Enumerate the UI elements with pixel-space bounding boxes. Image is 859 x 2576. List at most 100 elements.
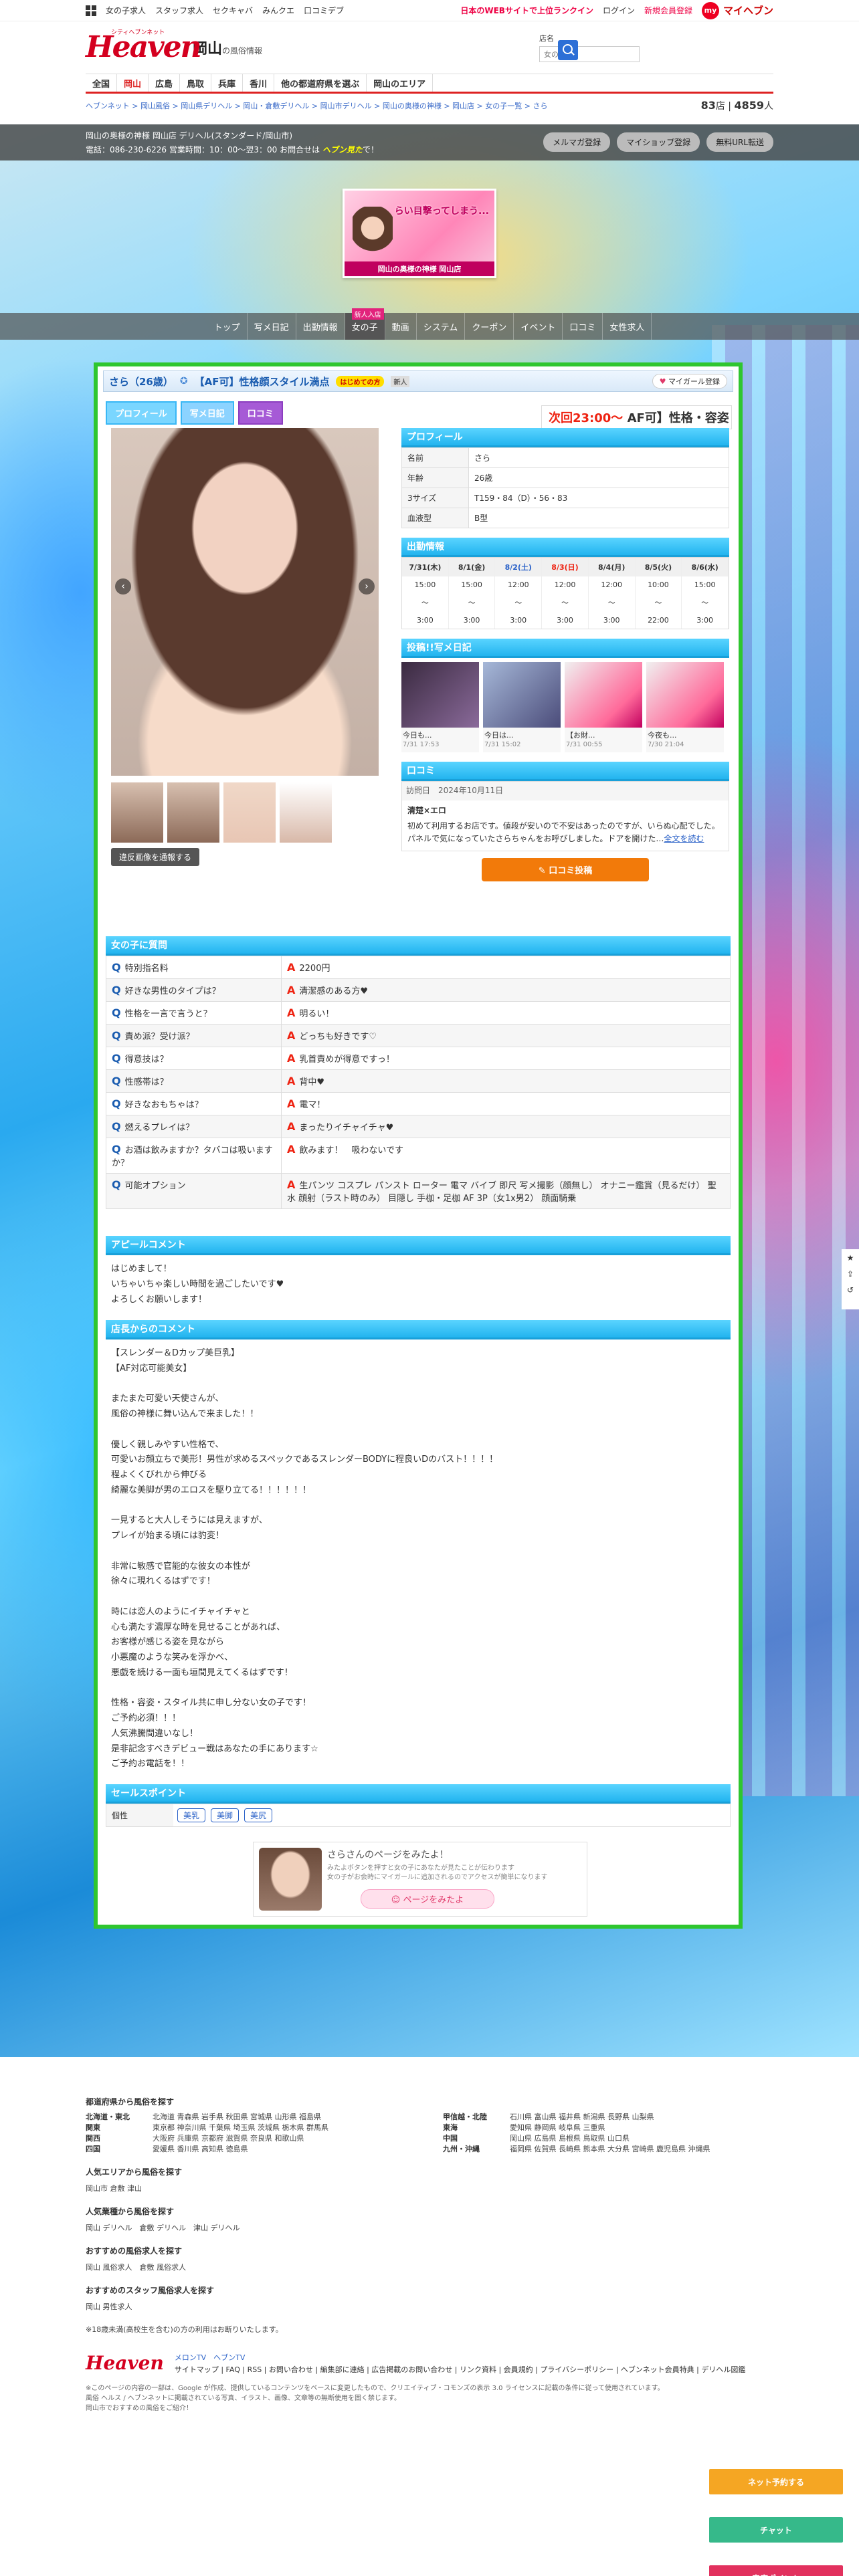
search-icon[interactable] [558, 40, 578, 60]
link-minquest[interactable]: みんクエ [262, 5, 294, 16]
shop-nav: トップ 写メ日記 出勤情報 女の子 動画 システム クーポン イベント 口コミ … [0, 313, 859, 340]
myshop-button[interactable]: マイショップ登録 [617, 132, 700, 152]
profile-heading: プロフィール [401, 428, 729, 447]
snav-coupon[interactable]: クーポン [465, 313, 514, 340]
diary-card[interactable]: 今日も... 7/31 17:53 [401, 662, 479, 753]
footer-note: ※このページの内容の一部は、Google が作成、提供しているコンテンツをベース… [86, 2385, 664, 2413]
url-transfer-button[interactable]: 無料URL転送 [706, 132, 773, 152]
site-header: シティヘブンネット Heaven 岡山の風俗情報 店名 [0, 21, 859, 74]
girl-catchphrase: 【AF可】性格顔スタイル満点 [194, 375, 330, 388]
shop-comment-text: 【スレンダー＆Dカップ美巨乳】 【AF対応可能美女】 またまた可愛い天使さんが、… [111, 1348, 498, 1769]
banner-photo [353, 207, 393, 260]
tab-kuchikomi[interactable]: 口コミ [237, 401, 283, 425]
visit-point-button[interactable]: 来店ポイント [709, 2565, 843, 2576]
gnav-okayama-area[interactable]: 岡山のエリア [367, 74, 434, 92]
footer-logo[interactable]: Heaven [86, 2352, 164, 2374]
thumbnail[interactable] [280, 782, 332, 843]
myheaven-button[interactable]: my マイヘブン [701, 1, 773, 19]
profile-table: 名前 さら 年齢 26歳 3サイズ T159・84（D）・56・83 血液型 B型 [401, 447, 729, 528]
new-badge: 新人 [391, 375, 410, 387]
type-links[interactable]: 岡山 デリヘル 倉敷 デリヘル 津山 デリヘル [86, 2222, 773, 2233]
age-note: ※18歳未満(高校生を含む)の方の利用はお断りいたします。 [86, 2325, 283, 2334]
staff-links[interactable]: 岡山 男性求人 [86, 2301, 773, 2312]
review-box: 訪問日 2024年10月11日 清楚×エロ 初めて利用するお店です。値段が安いの… [401, 781, 729, 852]
job-links[interactable]: 岡山 風俗求人 倉敷 風俗求人 [86, 2262, 773, 2272]
thumbnail[interactable] [167, 782, 219, 843]
appeal-text: はじめまして！ いちゃいちゃ楽しい時間を過ごしたいです♥ よろしくお願いします！ [111, 1264, 284, 1305]
share-icon[interactable]: ⇪ [847, 1269, 854, 1279]
star-icon: ✪ [179, 376, 188, 387]
chat-button[interactable]: チャット [709, 2517, 843, 2543]
mitayo-box: さらさんのページをみたよ！ みたよボタンを押すと女の子にあなたが見たことが伝わり… [253, 1842, 587, 1917]
login-link[interactable]: ログイン [603, 5, 635, 16]
avatar [259, 1848, 322, 1911]
snav-system[interactable]: システム [417, 313, 466, 340]
diary-list: 今日も... 7/31 17:53 今日は... 7/31 15:02 【お財...… [401, 662, 729, 753]
girl-name: さら（26歳） [109, 375, 173, 388]
first-time-badge: はじめての方 [336, 375, 385, 387]
link-sekucaba[interactable]: セクキャバ [213, 5, 253, 16]
gnav-kagawa[interactable]: 香川 [243, 74, 275, 92]
sales-tag[interactable]: 美尻 [244, 1808, 273, 1822]
read-more-link[interactable]: 全文を読む [664, 834, 704, 843]
global-nav: 全国 岡山 広島 鳥取 兵庫 香川 他の都道府県を選ぶ 岡山のエリア [86, 74, 773, 94]
mygirl-button[interactable]: ♥ マイガール登録 [652, 374, 727, 389]
heart-icon: ♥ [659, 377, 666, 386]
gnav-hiroshima[interactable]: 広島 [149, 74, 181, 92]
girl-profile-card: さら（26歳） ✪ 【AF可】性格顔スタイル満点 はじめての方 新人 ♥ マイガ… [94, 362, 743, 1929]
footer-nav: Heaven メロンTV ヘブンTV サイトマップ | FAQ | RSS | … [86, 2352, 773, 2375]
link-girl-jobs[interactable]: 女の子求人 [106, 5, 146, 16]
mailmag-button[interactable]: メルマガ登録 [543, 132, 611, 152]
sales-tag[interactable]: 美脚 [211, 1808, 240, 1822]
diary-card[interactable]: 今日は... 7/31 15:02 [483, 662, 561, 753]
gnav-okayama[interactable]: 岡山 [117, 74, 149, 92]
gnav-all[interactable]: 全国 [86, 74, 118, 92]
search-input[interactable] [539, 46, 640, 62]
net-reserve-button[interactable]: ネット予約する [709, 2469, 843, 2494]
history-icon[interactable]: ↺ [847, 1285, 854, 1295]
snav-kuchikomi[interactable]: 口コミ [563, 313, 603, 340]
footer-links[interactable]: サイトマップ | FAQ | RSS | お問い合わせ | 編集部に連絡 | 広… [175, 2364, 745, 2376]
gnav-other-prefs[interactable]: 他の都道府県を選ぶ [274, 74, 367, 92]
search-form: 店名 [539, 33, 640, 62]
snav-schedule[interactable]: 出勤情報 [296, 313, 345, 340]
next-arrow-icon[interactable]: › [359, 578, 375, 595]
link-staff-jobs[interactable]: スタッフ求人 [155, 5, 203, 16]
snav-event[interactable]: イベント [514, 313, 563, 340]
snav-diary[interactable]: 写メ日記 [248, 313, 296, 340]
snav-girls[interactable]: 女の子 [345, 313, 385, 340]
thumbnail[interactable] [111, 782, 163, 843]
tab-diary[interactable]: 写メ日記 [180, 401, 234, 425]
report-image-button[interactable]: 違反画像を通報する [111, 848, 200, 866]
photo-thumbnails [111, 782, 332, 843]
shop-banner[interactable]: らい目撃ってしまう... 岡山の奥様の神様 岡山店 [343, 189, 496, 278]
menu-grid-icon[interactable] [86, 5, 96, 16]
bookmark-icon[interactable]: ★ [847, 1253, 854, 1263]
gnav-tottori[interactable]: 鳥取 [180, 74, 212, 92]
shop-comment-section: 店長からのコメント 【スレンダー＆Dカップ美巨乳】 【AF対応可能美女】 またま… [106, 1320, 731, 1779]
prev-arrow-icon[interactable]: ‹ [115, 578, 131, 595]
girl-main-photo[interactable]: ‹ › [111, 428, 379, 776]
shop-count: 83店 | 4859人 [700, 99, 773, 112]
snav-movie[interactable]: 動画 [385, 313, 417, 340]
link-kuchikomi[interactable]: 口コミデブ [304, 5, 344, 16]
rank-text[interactable]: 日本のWEBサイトで上位ランクイン [460, 5, 593, 16]
my-icon: my [701, 1, 719, 19]
diary-card[interactable]: 今夜も... 7/30 21:04 [646, 662, 724, 753]
pref-links: 北海道・東北 北海道 青森県 岩手県 秋田県 宮城県 山形県 福島県 関東 東京都 … [86, 2113, 710, 2153]
heaven-logo[interactable]: シティヘブンネット Heaven [86, 29, 202, 66]
gnav-hyogo[interactable]: 兵庫 [211, 74, 244, 92]
snav-top[interactable]: トップ [207, 313, 248, 340]
snav-recruit[interactable]: 女性求人 [603, 313, 652, 340]
area-links[interactable]: 岡山市 倉敷 津山 [86, 2183, 773, 2193]
diary-card[interactable]: 【お財... 7/31 00:55 [565, 662, 642, 753]
post-review-button[interactable]: ✎ 口コミ投稿 [482, 858, 649, 882]
tv-links[interactable]: メロンTV ヘブンTV [175, 2352, 745, 2364]
thumbnail[interactable] [223, 782, 276, 843]
review-heading: 口コミ [401, 762, 729, 782]
sales-tag[interactable]: 美乳 [177, 1808, 206, 1822]
salespoint-section: セールスポイント 個性 美乳 美脚 美尻 [106, 1784, 731, 1827]
tab-profile[interactable]: プロフィール [106, 401, 177, 425]
register-link[interactable]: 新規会員登録 [644, 5, 692, 16]
mitayo-button[interactable]: ☺ ページをみたよ [361, 1889, 494, 1909]
